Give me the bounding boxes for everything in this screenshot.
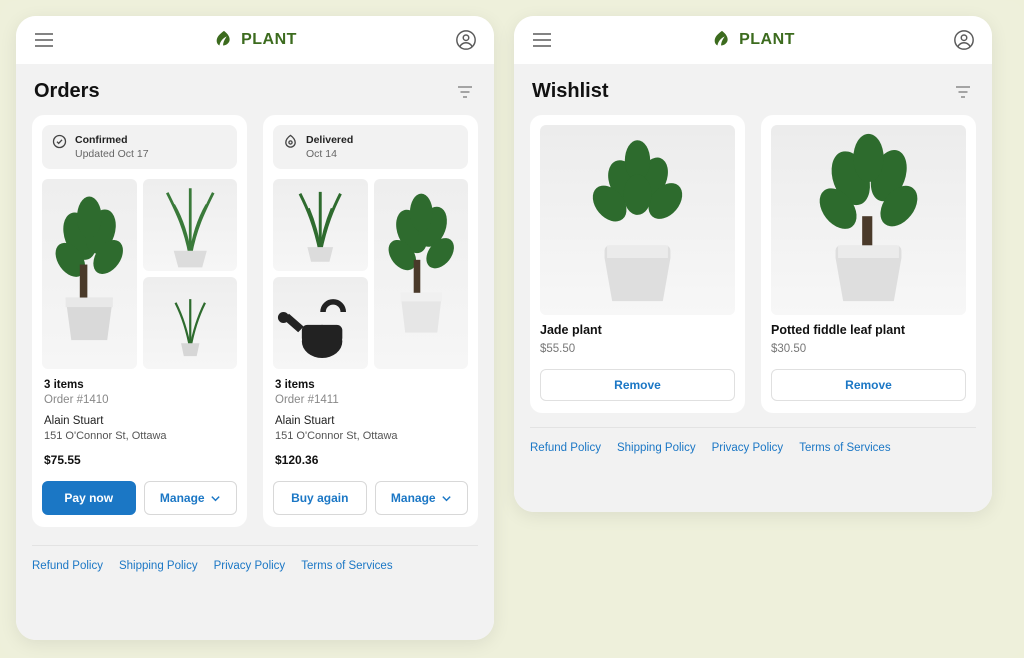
status-confirmed-icon bbox=[52, 134, 67, 149]
order-images bbox=[42, 179, 237, 369]
product-thumb[interactable] bbox=[374, 179, 469, 369]
menu-button[interactable] bbox=[30, 26, 58, 54]
manage-button[interactable]: Manage bbox=[375, 481, 469, 515]
order-address: 151 O'Connor St, Ottawa bbox=[44, 430, 235, 442]
product-thumb[interactable] bbox=[143, 179, 238, 271]
footer-link-shipping[interactable]: Shipping Policy bbox=[617, 442, 696, 454]
footer-links: Refund Policy Shipping Policy Privacy Po… bbox=[530, 427, 976, 454]
user-circle-icon bbox=[953, 29, 975, 51]
plant-image-icon bbox=[143, 277, 238, 369]
app-header: PLANT bbox=[16, 16, 494, 64]
remove-button[interactable]: Remove bbox=[540, 369, 735, 401]
chevron-down-icon bbox=[210, 493, 221, 504]
orders-list: Confirmed Updated Oct 17 bbox=[32, 115, 478, 527]
wishlist-page: Wishlist bbox=[514, 64, 992, 512]
status-label: Confirmed bbox=[75, 133, 149, 147]
watering-can-icon bbox=[273, 277, 368, 369]
brand-logo: PLANT bbox=[213, 29, 297, 51]
order-total: $120.36 bbox=[275, 453, 466, 467]
page-title: Wishlist bbox=[532, 80, 609, 103]
user-button[interactable] bbox=[950, 26, 978, 54]
wishlist-item-price: $30.50 bbox=[771, 343, 966, 355]
footer-link-privacy[interactable]: Privacy Policy bbox=[214, 560, 286, 572]
filter-button[interactable] bbox=[454, 81, 476, 103]
footer-links: Refund Policy Shipping Policy Privacy Po… bbox=[32, 545, 478, 572]
order-item-count: 3 items bbox=[44, 379, 235, 391]
plant-image-icon bbox=[540, 125, 735, 315]
user-circle-icon bbox=[455, 29, 477, 51]
order-id: Order #1411 bbox=[275, 394, 466, 406]
hamburger-icon bbox=[533, 33, 551, 47]
brand-logo: PLANT bbox=[711, 29, 795, 51]
order-customer: Alain Stuart bbox=[275, 415, 466, 427]
footer-link-refund[interactable]: Refund Policy bbox=[530, 442, 601, 454]
orders-page: Orders Confirmed Updated Oct 17 bbox=[16, 64, 494, 640]
wishlist-item-name: Potted fiddle leaf plant bbox=[771, 323, 966, 337]
product-thumb[interactable] bbox=[273, 277, 368, 369]
filter-icon bbox=[457, 85, 473, 99]
app-header: PLANT bbox=[514, 16, 992, 64]
footer-link-terms[interactable]: Terms of Services bbox=[301, 560, 392, 572]
order-actions: Pay now Manage bbox=[42, 481, 237, 515]
brand-name: PLANT bbox=[739, 31, 795, 49]
product-thumb[interactable] bbox=[143, 277, 238, 369]
pay-now-button[interactable]: Pay now bbox=[42, 481, 136, 515]
chevron-down-icon bbox=[441, 493, 452, 504]
user-button[interactable] bbox=[452, 26, 480, 54]
status-label: Delivered bbox=[306, 133, 353, 147]
order-images bbox=[273, 179, 468, 369]
status-delivered-icon bbox=[283, 134, 298, 149]
order-status: Confirmed Updated Oct 17 bbox=[42, 125, 237, 169]
footer-link-shipping[interactable]: Shipping Policy bbox=[119, 560, 198, 572]
menu-button[interactable] bbox=[528, 26, 556, 54]
page-head: Wishlist bbox=[530, 80, 976, 115]
order-card: Confirmed Updated Oct 17 bbox=[32, 115, 247, 527]
remove-button[interactable]: Remove bbox=[771, 369, 966, 401]
wishlist-device: PLANT Wishlist bbox=[514, 16, 992, 512]
buy-again-button[interactable]: Buy again bbox=[273, 481, 367, 515]
wishlist-image[interactable] bbox=[771, 125, 966, 315]
filter-icon bbox=[955, 85, 971, 99]
order-total: $75.55 bbox=[44, 453, 235, 467]
plant-image-icon bbox=[143, 179, 238, 271]
order-item-count: 3 items bbox=[275, 379, 466, 391]
product-thumb[interactable] bbox=[42, 179, 137, 369]
footer-link-refund[interactable]: Refund Policy bbox=[32, 560, 103, 572]
plant-image-icon bbox=[771, 125, 966, 315]
plant-image-icon bbox=[273, 179, 368, 271]
order-info: 3 items Order #1410 Alain Stuart 151 O'C… bbox=[42, 379, 237, 467]
plant-image-icon bbox=[42, 179, 137, 369]
order-id: Order #1410 bbox=[44, 394, 235, 406]
page-title: Orders bbox=[34, 80, 100, 103]
order-status: Delivered Oct 14 bbox=[273, 125, 468, 169]
status-sub: Oct 14 bbox=[306, 147, 353, 161]
plant-image-icon bbox=[374, 179, 469, 369]
wishlist-grid: Jade plant $55.50 Remove bbox=[530, 115, 976, 413]
filter-button[interactable] bbox=[952, 81, 974, 103]
product-thumb[interactable] bbox=[273, 179, 368, 271]
order-card: Delivered Oct 14 bbox=[263, 115, 478, 527]
wishlist-item-price: $55.50 bbox=[540, 343, 735, 355]
manage-button[interactable]: Manage bbox=[144, 481, 238, 515]
order-customer: Alain Stuart bbox=[44, 415, 235, 427]
wishlist-item-name: Jade plant bbox=[540, 323, 735, 337]
status-sub: Updated Oct 17 bbox=[75, 147, 149, 161]
brand-name: PLANT bbox=[241, 31, 297, 49]
orders-device: PLANT Orders bbox=[16, 16, 494, 640]
wishlist-card: Jade plant $55.50 Remove bbox=[530, 115, 745, 413]
order-actions: Buy again Manage bbox=[273, 481, 468, 515]
hamburger-icon bbox=[35, 33, 53, 47]
order-address: 151 O'Connor St, Ottawa bbox=[275, 430, 466, 442]
order-info: 3 items Order #1411 Alain Stuart 151 O'C… bbox=[273, 379, 468, 467]
wishlist-image[interactable] bbox=[540, 125, 735, 315]
wishlist-card: Potted fiddle leaf plant $30.50 Remove bbox=[761, 115, 976, 413]
page-head: Orders bbox=[32, 80, 478, 115]
leaf-icon bbox=[213, 29, 235, 51]
footer-link-privacy[interactable]: Privacy Policy bbox=[712, 442, 784, 454]
leaf-icon bbox=[711, 29, 733, 51]
footer-link-terms[interactable]: Terms of Services bbox=[799, 442, 890, 454]
